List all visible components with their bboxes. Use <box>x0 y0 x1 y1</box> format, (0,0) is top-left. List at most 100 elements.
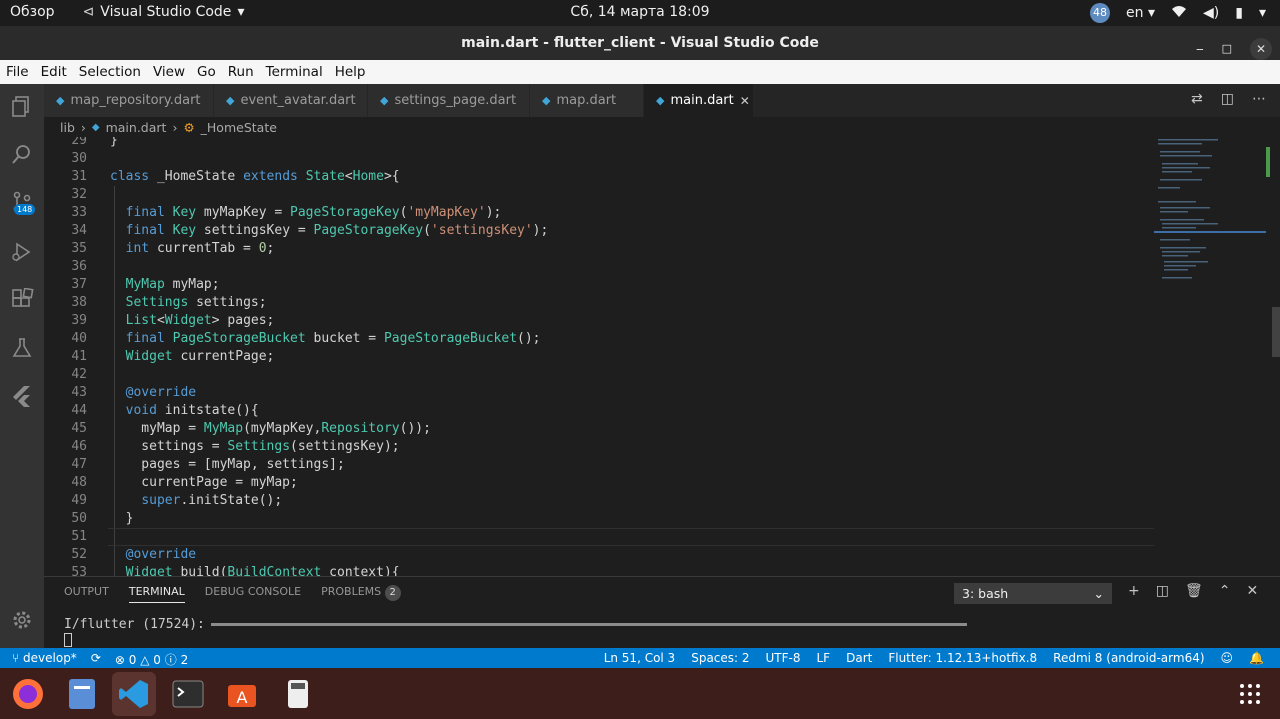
search-icon[interactable] <box>0 134 44 174</box>
maximize-panel-icon[interactable]: ⌃ <box>1219 583 1231 599</box>
code-line[interactable]: 53 Widget build(BuildContext context){ <box>44 564 1154 576</box>
code-editor[interactable]: 29} 30 31 class _HomeState extends State<Ho… <box>44 137 1154 576</box>
volume-icon[interactable]: ◀) <box>1203 5 1219 21</box>
indentation[interactable]: Spaces: 2 <box>691 651 749 665</box>
source-control-icon[interactable]: 148 <box>0 182 44 222</box>
files-icon[interactable] <box>60 672 104 716</box>
firefox-icon[interactable] <box>6 672 50 716</box>
code-line[interactable]: 35 int currentTab = 0; <box>44 240 1154 258</box>
code-line[interactable]: 32 <box>44 186 1154 204</box>
close-tab-icon[interactable]: ✕ <box>740 94 750 108</box>
explorer-icon[interactable] <box>0 86 44 126</box>
code-line[interactable]: 50 } <box>44 510 1154 528</box>
tab-settings-page[interactable]: ◆ settings_page.dart <box>368 84 530 117</box>
code-line[interactable]: 37 MyMap myMap; <box>44 276 1154 294</box>
terminal-select[interactable]: 3: bash ⌄ <box>954 583 1112 604</box>
run-debug-icon[interactable] <box>0 232 44 272</box>
more-actions-icon[interactable]: ⋯ <box>1252 91 1266 107</box>
language-indicator[interactable]: en ▾ <box>1126 5 1155 21</box>
menu-help[interactable]: Help <box>335 64 366 80</box>
clock[interactable]: Сб, 14 марта 18:09 <box>570 4 709 20</box>
device-selector[interactable]: Redmi 8 (android-arm64) <box>1053 651 1204 665</box>
new-terminal-icon[interactable]: + <box>1128 583 1140 599</box>
language-mode[interactable]: Dart <box>846 651 872 665</box>
wifi-icon[interactable] <box>1171 4 1187 22</box>
split-editor-icon[interactable]: ◫ <box>1221 91 1234 107</box>
breadcrumb-file[interactable]: main.dart <box>106 120 167 135</box>
notifications-bell-icon[interactable]: 🔔 <box>1249 651 1264 665</box>
line-number: 48 <box>71 475 87 490</box>
open-changes-icon[interactable]: ⇄ <box>1191 91 1203 107</box>
code-line[interactable]: 48 currentPage = myMap; <box>44 474 1154 492</box>
code-line[interactable]: 51 <box>44 528 1154 546</box>
code-line[interactable]: 43 @override <box>44 384 1154 402</box>
kill-terminal-icon[interactable]: 🗑 <box>1185 583 1203 599</box>
cursor-position[interactable]: Ln 51, Col 3 <box>604 651 676 665</box>
terminal-icon[interactable] <box>166 672 210 716</box>
panel-tab-problems[interactable]: PROBLEMS 2 <box>321 585 401 603</box>
code-line[interactable]: 36 <box>44 258 1154 276</box>
end-of-line[interactable]: LF <box>817 651 831 665</box>
calculator-icon[interactable] <box>276 672 320 716</box>
system-menu-caret-icon[interactable]: ▾ <box>1259 5 1266 21</box>
menu-edit[interactable]: Edit <box>41 64 67 80</box>
tab-map[interactable]: ◆ map.dart <box>530 84 644 117</box>
code-line[interactable]: 30 <box>44 150 1154 168</box>
code-line[interactable]: 29} <box>44 137 1154 150</box>
sync-icon[interactable]: ⟳ <box>91 651 101 668</box>
panel-tab-output[interactable]: OUTPUT <box>64 585 109 603</box>
code-line[interactable]: 31 class _HomeState extends State<Home>{ <box>44 168 1154 186</box>
code-line[interactable]: 39 List<Widget> pages; <box>44 312 1154 330</box>
show-applications-icon[interactable] <box>1228 672 1272 716</box>
flutter-icon[interactable] <box>0 376 44 416</box>
breadcrumb-symbol[interactable]: _HomeState <box>201 120 277 135</box>
code-line[interactable]: 44 void initstate(){ <box>44 402 1154 420</box>
problems-indicator[interactable]: ⊗ 0 △ 0 ⓘ 2 <box>115 651 188 668</box>
line-number: 51 <box>71 529 87 544</box>
vscode-dock-icon[interactable] <box>112 672 156 716</box>
close-window-button[interactable]: ✕ <box>1250 38 1272 60</box>
code-line[interactable]: 45 myMap = MyMap(myMapKey,Repository()); <box>44 420 1154 438</box>
menu-view[interactable]: View <box>153 64 185 80</box>
code-line[interactable]: 46 settings = Settings(settingsKey); <box>44 438 1154 456</box>
code-line[interactable]: 42 <box>44 366 1154 384</box>
menu-terminal[interactable]: Terminal <box>266 64 323 80</box>
code-line[interactable]: 47 pages = [myMap, settings]; <box>44 456 1154 474</box>
close-panel-icon[interactable]: ✕ <box>1246 583 1258 599</box>
tab-event-avatar[interactable]: ◆ event_avatar.dart <box>214 84 368 117</box>
menu-run[interactable]: Run <box>228 64 254 80</box>
menu-go[interactable]: Go <box>197 64 216 80</box>
encoding[interactable]: UTF-8 <box>766 651 801 665</box>
terminal-output[interactable]: I/flutter (17524): <box>64 617 967 632</box>
code-line[interactable]: 34 final Key settingsKey = PageStorageKe… <box>44 222 1154 240</box>
svg-text:A: A <box>237 688 248 707</box>
split-terminal-icon[interactable]: ◫ <box>1156 583 1169 599</box>
line-number: 35 <box>71 241 87 256</box>
menu-file[interactable]: File <box>6 64 29 80</box>
code-line[interactable]: 41 Widget currentPage; <box>44 348 1154 366</box>
software-center-icon[interactable]: A <box>220 672 264 716</box>
editor-scrollbar[interactable] <box>1270 137 1280 576</box>
code-line[interactable]: 38 Settings settings; <box>44 294 1154 312</box>
notification-badge[interactable]: 48 <box>1090 3 1111 23</box>
feedback-icon[interactable]: ☺ <box>1221 651 1234 665</box>
branch-indicator[interactable]: ⑂ develop* <box>12 651 77 668</box>
code-line[interactable]: 33 final Key myMapKey = PageStorageKey('… <box>44 204 1154 222</box>
testing-flask-icon[interactable] <box>0 328 44 368</box>
code-line[interactable]: 52 @override <box>44 546 1154 564</box>
battery-icon[interactable]: ▮ <box>1235 5 1243 21</box>
code-line[interactable]: 49 super.initState(); <box>44 492 1154 510</box>
panel-tab-terminal[interactable]: TERMINAL <box>128 585 185 603</box>
breadcrumb: lib › ◆ main.dart › ⚙ _HomeState <box>44 117 1280 137</box>
tab-map-repository[interactable]: ◆ map_repository.dart <box>44 84 214 117</box>
flutter-version[interactable]: Flutter: 1.12.13+hotfix.8 <box>888 651 1037 665</box>
tab-main[interactable]: ◆ main.dart ✕ <box>644 84 754 117</box>
settings-gear-icon[interactable] <box>0 600 44 640</box>
code-line[interactable]: 40 final PageStorageBucket bucket = Page… <box>44 330 1154 348</box>
breadcrumb-folder[interactable]: lib <box>60 120 75 135</box>
dart-file-icon: ◆ <box>380 94 389 107</box>
panel-tab-debug-console[interactable]: DEBUG CONSOLE <box>205 585 301 603</box>
minimap[interactable] <box>1154 137 1270 576</box>
extensions-icon[interactable] <box>0 280 44 320</box>
menu-selection[interactable]: Selection <box>79 64 141 80</box>
